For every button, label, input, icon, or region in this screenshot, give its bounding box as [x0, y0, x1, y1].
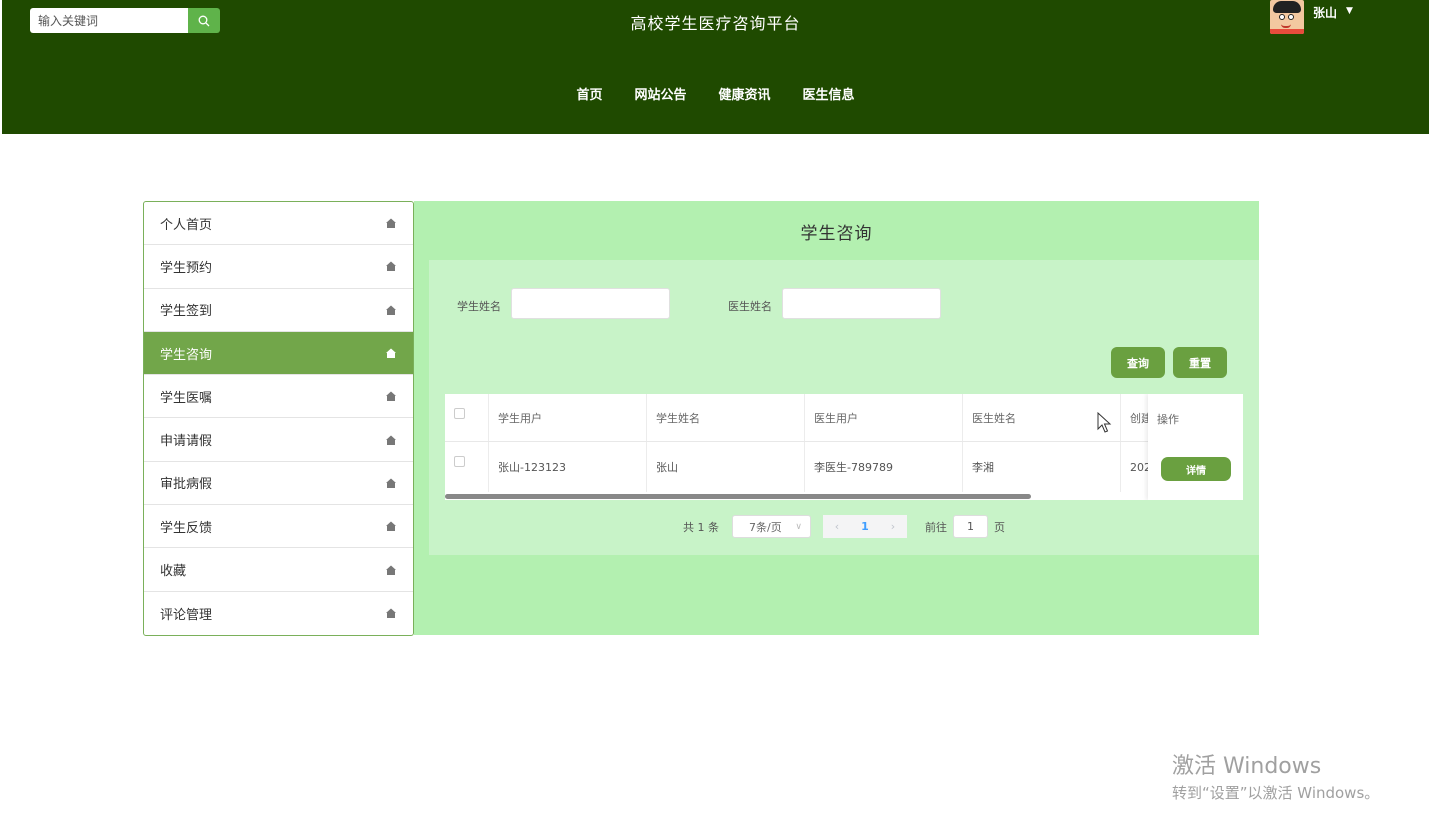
- nav-doctor-info[interactable]: 医生信息: [787, 84, 871, 103]
- operation-header: 操作: [1157, 413, 1179, 426]
- reset-button[interactable]: 重置: [1173, 347, 1227, 378]
- page-title: 学生咨询: [800, 224, 873, 244]
- cell-student-name: 张山: [647, 442, 805, 492]
- column-header[interactable]: 学生用户: [489, 394, 647, 441]
- content-panel: 学生姓名 医生姓名 查询 重置 学生用户 学生姓名 医生用户 医生姓名 创建 张…: [429, 260, 1259, 555]
- sidebar: 个人首页 学生预约 学生签到 学生咨询 学生医嘱 申请请假 审批病假 学生反馈 …: [143, 201, 414, 636]
- sidebar-item-label: 学生签到: [160, 304, 213, 320]
- page-number[interactable]: 1: [851, 515, 879, 538]
- chevron-left-icon: ‹: [834, 520, 840, 533]
- windows-activation-watermark: 激活 Windows 转到“设置”以激活 Windows。: [1172, 748, 1379, 803]
- chevron-down-icon: ∨: [795, 521, 802, 532]
- row-checkbox[interactable]: [454, 456, 465, 467]
- home-icon: [386, 565, 396, 575]
- mouse-cursor-icon: [1097, 412, 1112, 433]
- prev-page-button[interactable]: ‹: [823, 515, 851, 538]
- consultation-table: 学生用户 学生姓名 医生用户 医生姓名 创建 张山-123123 张山 李医生-…: [445, 394, 1243, 500]
- pagination-total: 共 1 条: [683, 520, 719, 534]
- main-nav: 首页 网站公告 健康资讯 医生信息: [2, 84, 1429, 103]
- home-icon: [386, 261, 396, 272]
- sidebar-item-label: 收藏: [160, 564, 187, 580]
- sidebar-item-label: 学生预约: [160, 260, 213, 276]
- home-icon: [386, 608, 396, 619]
- sidebar-item-label: 个人首页: [160, 217, 213, 233]
- site-title: 高校学生医疗咨询平台: [630, 14, 801, 33]
- user-name[interactable]: 张山: [1313, 4, 1337, 21]
- sidebar-item-medical-advice[interactable]: 学生医嘱: [144, 375, 413, 419]
- home-icon: [386, 478, 396, 488]
- watermark-subtitle: 转到“设置”以激活 Windows。: [1172, 784, 1380, 802]
- page-suffix: 页: [994, 520, 1005, 534]
- home-icon: [386, 218, 396, 229]
- home-icon: [386, 521, 396, 532]
- sidebar-item-sick-leave-approval[interactable]: 审批病假: [144, 462, 413, 506]
- sidebar-item-label: 学生反馈: [160, 520, 213, 536]
- sidebar-item-feedback[interactable]: 学生反馈: [144, 505, 413, 549]
- watermark-title: 激活 Windows: [1172, 754, 1322, 779]
- sidebar-item-label: 申请请假: [160, 434, 213, 450]
- column-header[interactable]: 学生姓名: [647, 394, 805, 441]
- column-header[interactable]: 医生用户: [805, 394, 963, 441]
- goto-label: 前往: [925, 520, 947, 534]
- table-header: 学生用户 学生姓名 医生用户 医生姓名 创建: [445, 394, 1243, 442]
- sidebar-item-label: 审批病假: [160, 477, 213, 493]
- caret-down-icon[interactable]: ▼: [1346, 6, 1353, 16]
- sidebar-item-leave-request[interactable]: 申请请假: [144, 418, 413, 462]
- home-icon: [386, 305, 396, 315]
- nav-announcements[interactable]: 网站公告: [618, 84, 702, 103]
- student-name-label: 学生姓名: [457, 300, 501, 313]
- pagination: 共 1 条 7条/页 ∨ ‹ 1 › 前往 1 页: [429, 515, 1259, 538]
- home-icon: [386, 348, 396, 359]
- cell-student-user: 张山-123123: [489, 442, 647, 492]
- sidebar-item-label: 学生医嘱: [160, 390, 213, 406]
- select-all-checkbox[interactable]: [454, 408, 465, 419]
- page-size-select[interactable]: 7条/页 ∨: [732, 515, 811, 538]
- sidebar-item-consultation[interactable]: 学生咨询: [144, 331, 413, 376]
- cell-doctor-name: 李湘: [963, 442, 1121, 492]
- user-menu[interactable]: 张山 ▼: [1270, 0, 1353, 34]
- cell-doctor-user: 李医生-789789: [805, 442, 963, 492]
- goto-page-input[interactable]: 1: [953, 515, 988, 538]
- chevron-right-icon: ›: [890, 520, 896, 533]
- sidebar-item-label: 学生咨询: [160, 347, 213, 363]
- doctor-name-input[interactable]: [782, 288, 941, 319]
- sidebar-item-favorites[interactable]: 收藏: [144, 548, 413, 592]
- top-header: 高校学生医疗咨询平台 张山 ▼ 首页 网站公告 健康资讯 医生信息: [2, 0, 1429, 134]
- doctor-name-label: 医生姓名: [728, 300, 772, 313]
- operation-column: 操作 详情: [1148, 394, 1243, 500]
- nav-home[interactable]: 首页: [560, 84, 618, 103]
- sidebar-item-profile[interactable]: 个人首页: [144, 202, 413, 246]
- student-name-input[interactable]: [511, 288, 670, 319]
- row-select-cell: [445, 442, 489, 492]
- home-icon: [386, 391, 396, 402]
- next-page-button[interactable]: ›: [879, 515, 907, 538]
- sidebar-item-comments[interactable]: 评论管理: [144, 592, 413, 635]
- main-content: 学生咨询 学生姓名 医生姓名 查询 重置 学生用户 学生姓名 医生用户 医生姓名…: [414, 201, 1259, 635]
- horizontal-scrollbar[interactable]: [445, 494, 1031, 499]
- home-icon: [386, 435, 396, 445]
- nav-health-news[interactable]: 健康资讯: [703, 84, 787, 103]
- sidebar-item-checkin[interactable]: 学生签到: [144, 289, 413, 332]
- sidebar-item-appointment[interactable]: 学生预约: [144, 245, 413, 289]
- detail-button[interactable]: 详情: [1161, 457, 1231, 481]
- avatar[interactable]: [1270, 0, 1304, 34]
- page-size-value: 7条/页: [749, 520, 782, 534]
- table-row: 张山-123123 张山 李医生-789789 李湘 202: [445, 442, 1243, 492]
- select-all-cell: [445, 394, 489, 441]
- query-button[interactable]: 查询: [1111, 347, 1165, 378]
- sidebar-item-label: 评论管理: [160, 607, 213, 623]
